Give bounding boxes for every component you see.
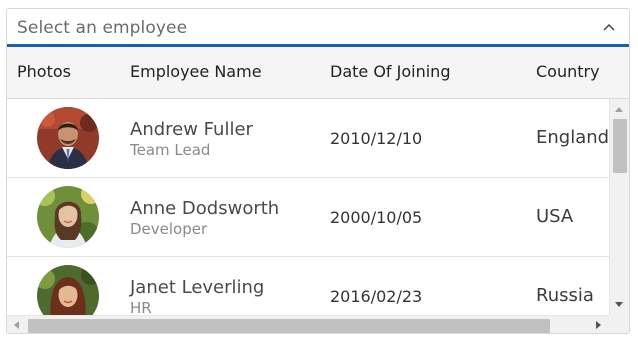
column-header-photos: Photos <box>17 62 71 81</box>
employee-dropdown: Select an employee Photos Employee Name … <box>6 8 630 334</box>
scroll-left-arrow-icon[interactable] <box>14 321 19 329</box>
employee-country: USA <box>536 206 574 227</box>
horizontal-scroll-thumb[interactable] <box>28 319 550 333</box>
list-item[interactable]: Andrew Fuller Team Lead 2010/12/10 Engla… <box>7 99 609 178</box>
employee-designation: HR <box>130 299 152 315</box>
column-header-country: Country <box>536 62 600 81</box>
vertical-scrollbar[interactable] <box>609 99 629 315</box>
date-of-joining: 2010/12/10 <box>330 129 423 148</box>
vertical-scroll-thumb[interactable] <box>613 119 627 173</box>
scroll-up-arrow-icon[interactable] <box>615 107 623 112</box>
employee-name: Anne Dodsworth <box>130 198 280 219</box>
horizontal-scrollbar[interactable] <box>7 315 609 333</box>
column-header-date-of-joining: Date Of Joining <box>330 62 451 81</box>
employee-designation: Developer <box>130 220 208 238</box>
avatar <box>37 186 99 248</box>
employee-name: Andrew Fuller <box>130 119 253 140</box>
employee-list: Andrew Fuller Team Lead 2010/12/10 Engla… <box>7 99 609 315</box>
employee-name: Janet Leverling <box>130 277 265 298</box>
grid-header: Photos Employee Name Date Of Joining Cou… <box>7 47 629 99</box>
employee-input-placeholder[interactable]: Select an employee <box>17 18 187 38</box>
employee-combobox[interactable]: Select an employee <box>7 9 629 47</box>
employee-country: Russia <box>536 285 594 306</box>
employee-designation: Team Lead <box>130 141 211 159</box>
avatar <box>37 107 99 169</box>
chevron-up-icon[interactable] <box>601 19 617 35</box>
avatar <box>37 265 99 315</box>
date-of-joining: 2000/10/05 <box>330 208 423 227</box>
list-item[interactable]: Janet Leverling HR 2016/02/23 Russia <box>7 257 609 315</box>
date-of-joining: 2016/02/23 <box>330 287 423 306</box>
column-header-employee-name: Employee Name <box>130 62 262 81</box>
scroll-down-arrow-icon[interactable] <box>615 302 623 307</box>
list-item[interactable]: Anne Dodsworth Developer 2000/10/05 USA <box>7 178 609 257</box>
scroll-right-arrow-icon[interactable] <box>596 321 601 329</box>
employee-country: England <box>536 127 609 148</box>
dropdown-popup: Photos Employee Name Date Of Joining Cou… <box>7 47 629 333</box>
scrollbar-corner <box>609 315 629 333</box>
